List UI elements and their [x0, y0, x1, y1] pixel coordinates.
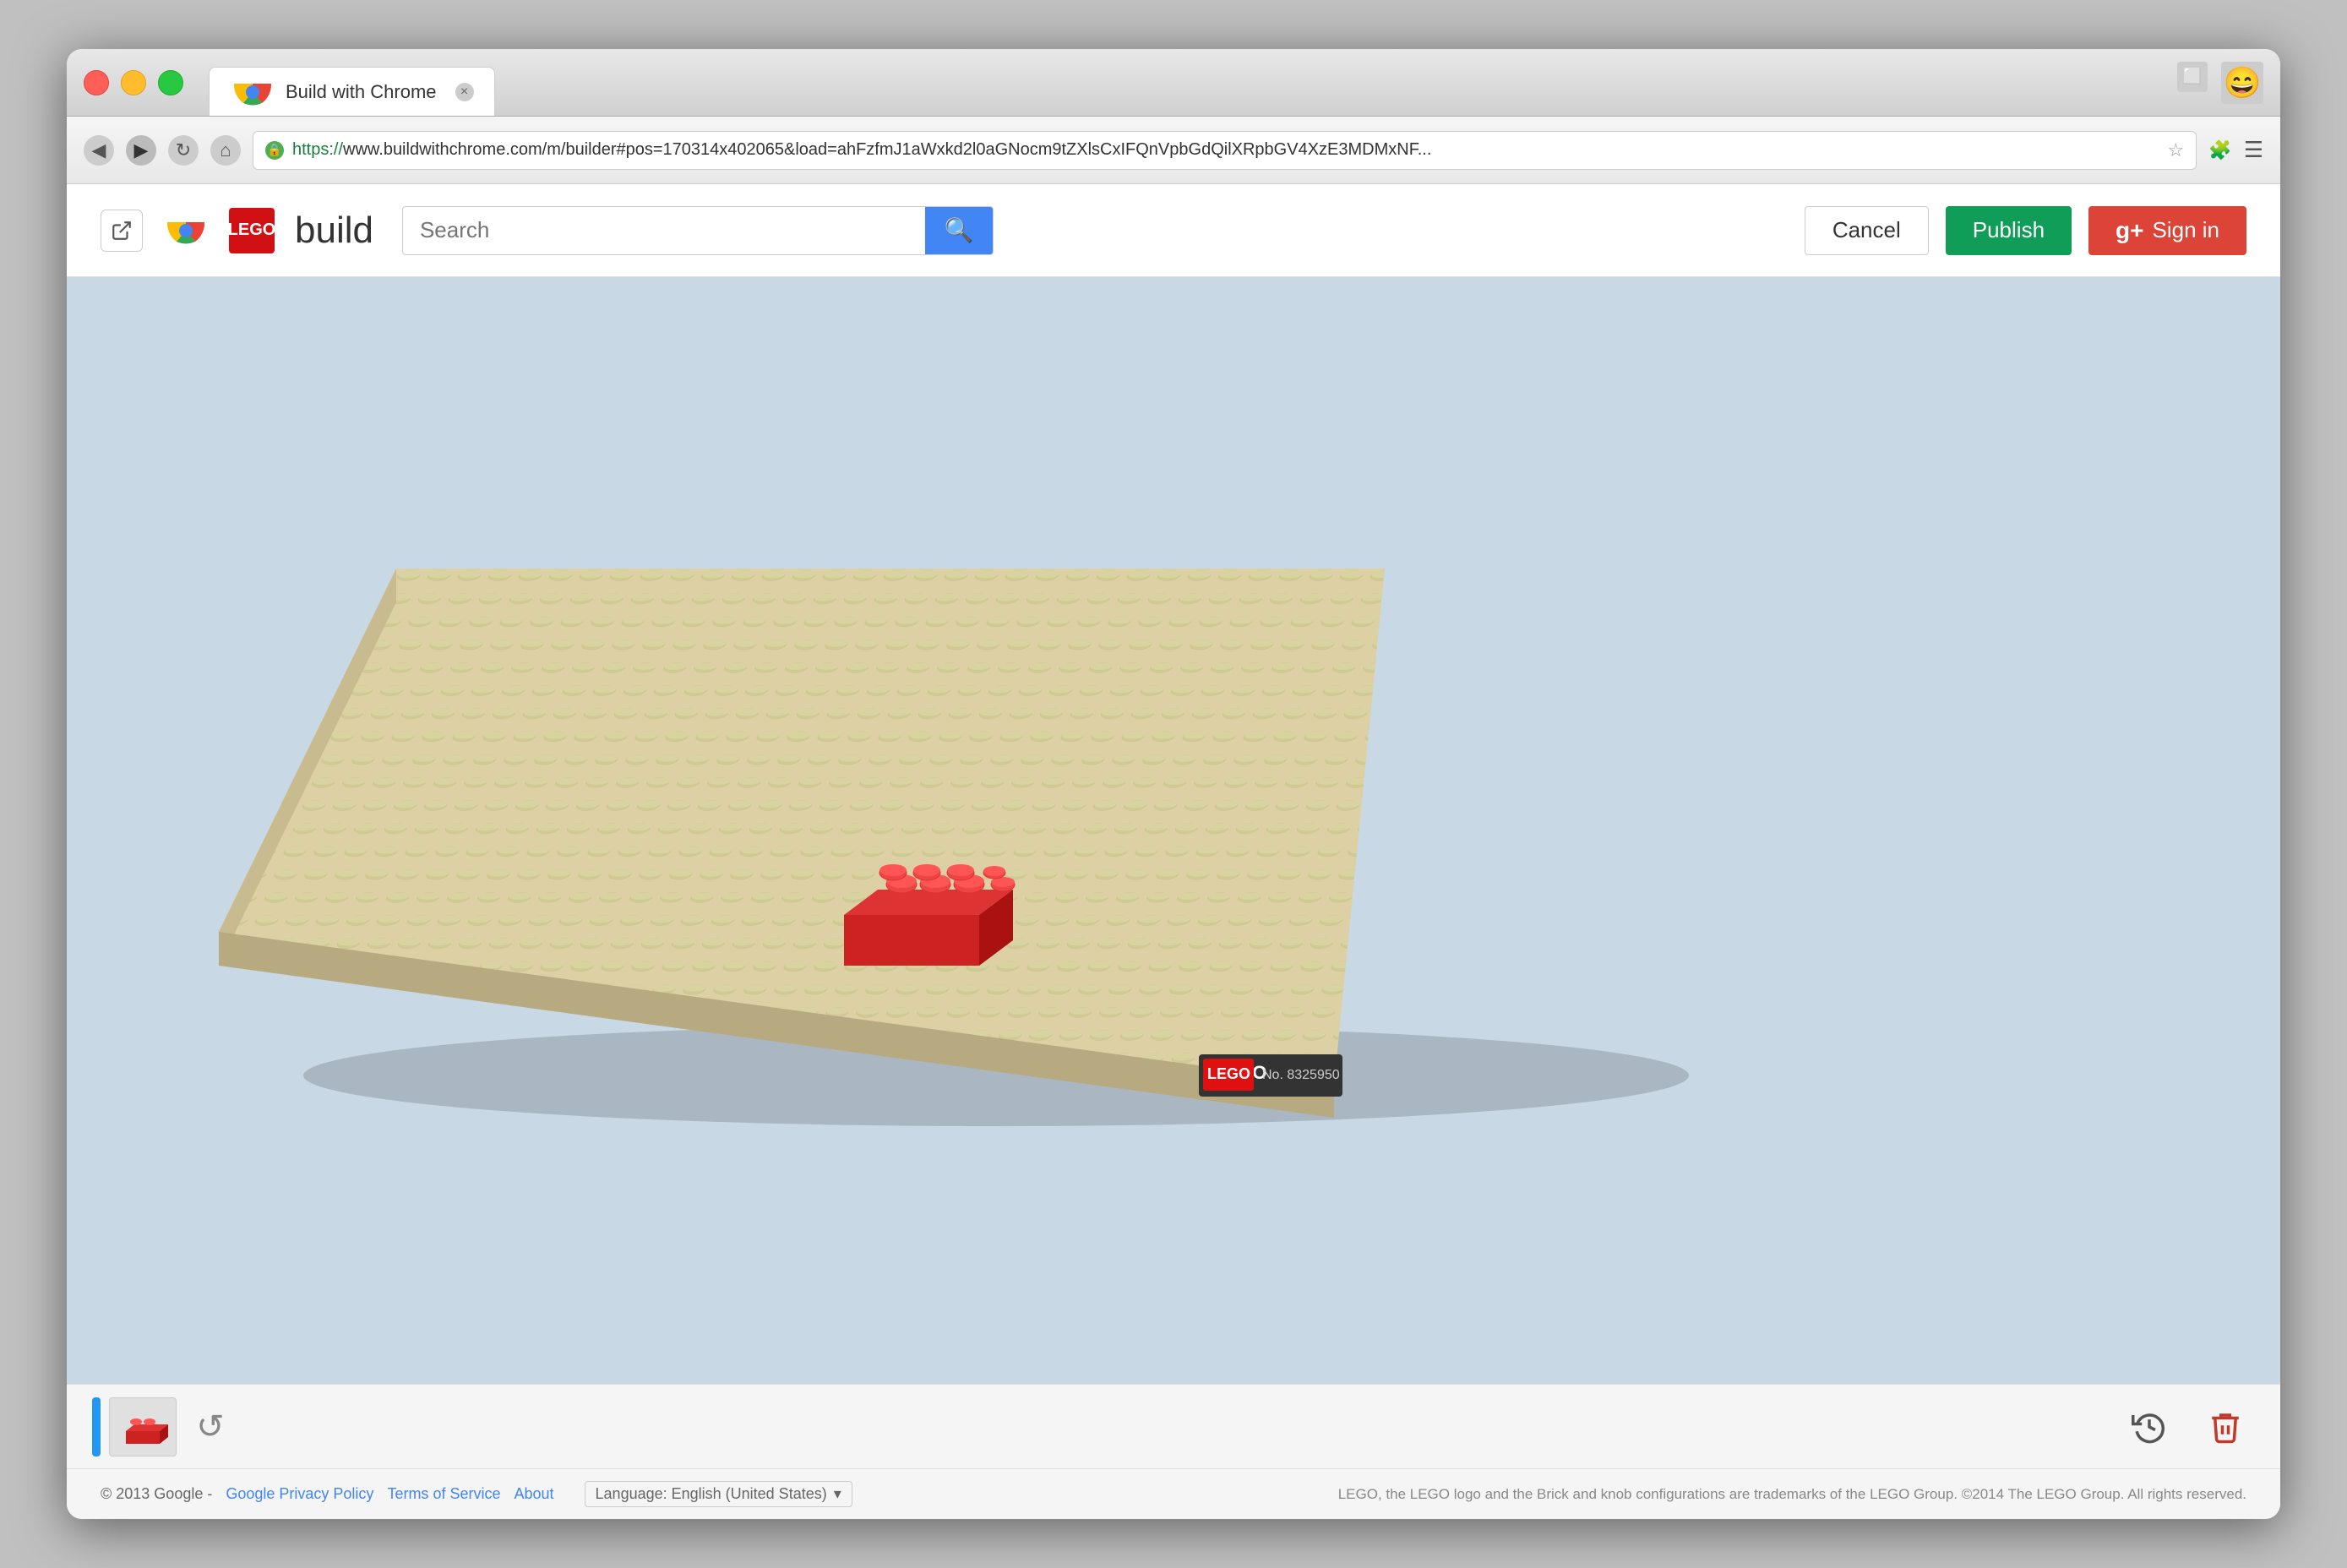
- header-right: Cancel Publish g+ Sign in: [1805, 206, 2246, 255]
- tab-close-button[interactable]: ×: [455, 83, 474, 101]
- palette-indicator: [92, 1397, 101, 1456]
- lego-scene[interactable]: LEGO LEGO No. 8325950: [67, 277, 2280, 1384]
- forward-button[interactable]: ▶: [126, 135, 156, 166]
- toolbar-right: [2120, 1397, 2255, 1456]
- tab-title: Build with Chrome: [286, 81, 437, 103]
- brick-palette: ↺: [92, 1397, 236, 1456]
- legal-text: LEGO, the LEGO logo and the Brick and kn…: [1338, 1486, 2246, 1503]
- extension-icon[interactable]: 🧩: [2208, 139, 2231, 161]
- svg-text:LEGO: LEGO: [1207, 1065, 1250, 1082]
- title-bar: Build with Chrome × ⬜ 😄: [67, 49, 2280, 117]
- search-input[interactable]: [403, 217, 925, 243]
- search-icon: 🔍: [945, 216, 974, 244]
- window-controls: ⬜ 😄: [2177, 62, 2263, 104]
- new-tab-button[interactable]: ⬜: [2177, 62, 2208, 92]
- trash-button[interactable]: [2196, 1397, 2255, 1456]
- emoji-button[interactable]: 😄: [2221, 62, 2263, 104]
- dropdown-arrow-icon: ▾: [834, 1485, 841, 1503]
- language-text: Language: English (United States): [596, 1485, 827, 1503]
- rotate-button[interactable]: ↺: [185, 1402, 236, 1452]
- ssl-icon: 🔒: [265, 141, 284, 160]
- copyright-text: © 2013 Google -: [101, 1485, 212, 1503]
- history-icon: [2132, 1409, 2167, 1445]
- main-content: LEGO LEGO No. 8325950: [67, 277, 2280, 1384]
- bottom-toolbar: ↺: [67, 1384, 2280, 1468]
- lego-logo: LEGO: [229, 208, 275, 253]
- traffic-lights: [84, 70, 183, 95]
- url-bar[interactable]: 🔒 https://www.buildwithchrome.com/m/buil…: [253, 131, 2197, 170]
- chrome-logo: [163, 208, 209, 253]
- address-bar: ◀ ▶ ↻ ⌂ 🔒 https://www.buildwithchrome.co…: [67, 117, 2280, 184]
- url-rest: www.buildwithchrome.com/m/builder#pos=17…: [343, 140, 1431, 159]
- share-button[interactable]: [101, 210, 143, 252]
- trash-icon: [2208, 1409, 2243, 1445]
- bookmark-icon[interactable]: ☆: [2168, 139, 2185, 161]
- search-bar[interactable]: 🔍: [402, 206, 994, 255]
- signin-label: Sign in: [2153, 217, 2220, 243]
- language-selector[interactable]: Language: English (United States) ▾: [585, 1481, 852, 1507]
- brick-thumb-svg: [117, 1406, 168, 1448]
- lego-text: LEGO: [228, 220, 276, 240]
- svg-text:No. 8325950: No. 8325950: [1262, 1068, 1340, 1082]
- tab-bar: Build with Chrome ×: [209, 49, 495, 116]
- about-link[interactable]: About: [514, 1485, 553, 1503]
- gplus-icon: g+: [2116, 217, 2143, 244]
- mac-window: Build with Chrome × ⬜ 😄 ◀ ▶ ↻ ⌂ 🔒 https:…: [67, 49, 2280, 1519]
- search-button[interactable]: 🔍: [925, 206, 993, 255]
- address-right: 🧩 ☰: [2208, 137, 2263, 163]
- terms-link[interactable]: Terms of Service: [387, 1485, 500, 1503]
- app-title: build: [295, 210, 373, 252]
- menu-icon[interactable]: ☰: [2244, 137, 2263, 163]
- reload-button[interactable]: ↻: [168, 135, 199, 166]
- home-button[interactable]: ⌂: [210, 135, 241, 166]
- cancel-button[interactable]: Cancel: [1805, 206, 1929, 255]
- rotate-icon: ↺: [196, 1407, 225, 1446]
- maximize-button[interactable]: [158, 70, 183, 95]
- url-text: https://www.buildwithchrome.com/m/builde…: [292, 140, 2159, 160]
- privacy-policy-link[interactable]: Google Privacy Policy: [226, 1485, 373, 1503]
- brick-thumbnail[interactable]: [109, 1397, 177, 1456]
- signin-button[interactable]: g+ Sign in: [2088, 206, 2246, 255]
- tab-favicon: [230, 69, 275, 115]
- tab-close-icon: ×: [460, 84, 468, 100]
- browser-tab[interactable]: Build with Chrome ×: [209, 67, 495, 116]
- history-button[interactable]: [2120, 1397, 2179, 1456]
- footer: © 2013 Google - Google Privacy Policy Te…: [67, 1468, 2280, 1519]
- back-button[interactable]: ◀: [84, 135, 114, 166]
- publish-button[interactable]: Publish: [1946, 206, 2072, 255]
- close-button[interactable]: [84, 70, 109, 95]
- minimize-button[interactable]: [121, 70, 146, 95]
- app-header: LEGO build 🔍 Cancel Publish g+ Sign in: [67, 184, 2280, 277]
